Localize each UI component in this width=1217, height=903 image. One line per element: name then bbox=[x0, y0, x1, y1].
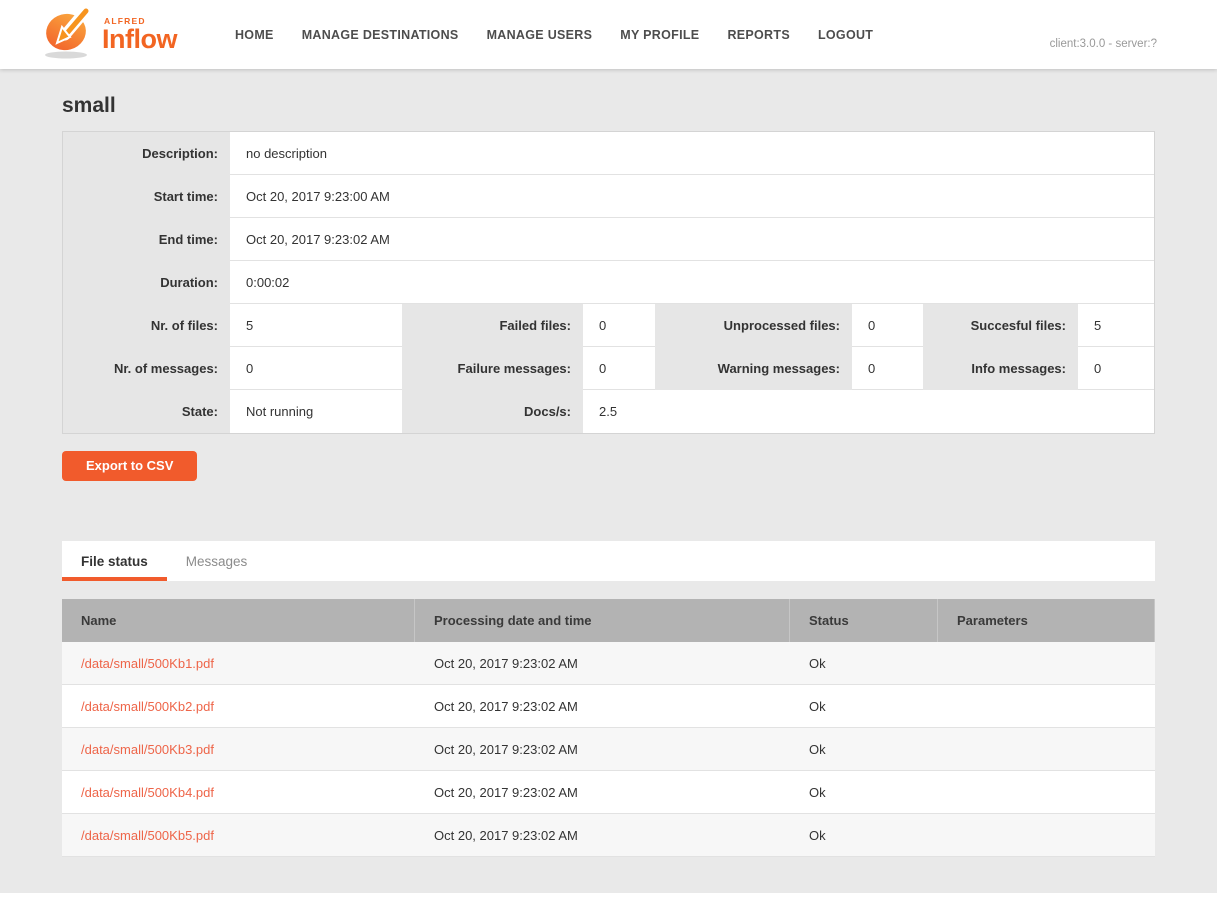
inflow-logo-icon bbox=[40, 4, 98, 65]
table-row-status-cell: Ok bbox=[790, 728, 938, 771]
column-header-parameters: Parameters bbox=[938, 599, 1155, 642]
nav-my-profile[interactable]: MY PROFILE bbox=[620, 28, 699, 42]
column-header-name: Name bbox=[62, 599, 415, 642]
main-content: small Description: no description Start … bbox=[62, 94, 1155, 857]
logo-wordmark: ALFRED Inflow bbox=[102, 16, 177, 53]
tab-file-status[interactable]: File status bbox=[62, 541, 167, 581]
detail-value-state: Not running bbox=[230, 390, 402, 433]
detail-value-nr-of-files: 5 bbox=[230, 304, 402, 347]
table-row-datetime-cell: Oct 20, 2017 9:23:02 AM bbox=[415, 685, 790, 728]
detail-label-succesful-files: Succesful files: bbox=[923, 304, 1078, 347]
detail-value-end-time: Oct 20, 2017 9:23:02 AM bbox=[230, 218, 1154, 261]
detail-label-duration: Duration: bbox=[63, 261, 230, 304]
table-row-parameters-cell bbox=[938, 685, 1155, 728]
detail-label-warning-messages: Warning messages: bbox=[655, 347, 852, 390]
export-to-csv-button[interactable]: Export to CSV bbox=[62, 451, 197, 481]
table-row-name-cell: /data/small/500Kb5.pdf bbox=[62, 814, 415, 857]
logo-inflow-text: Inflow bbox=[102, 26, 177, 53]
nav-home[interactable]: HOME bbox=[235, 28, 274, 42]
table-row-status-cell: Ok bbox=[790, 685, 938, 728]
tab-messages[interactable]: Messages bbox=[167, 541, 267, 581]
detail-value-warning-messages: 0 bbox=[852, 347, 923, 390]
file-link[interactable]: /data/small/500Kb2.pdf bbox=[81, 699, 214, 714]
main-navigation: HOME MANAGE DESTINATIONS MANAGE USERS MY… bbox=[235, 28, 873, 42]
detail-value-nr-of-messages: 0 bbox=[230, 347, 402, 390]
table-row-datetime-cell: Oct 20, 2017 9:23:02 AM bbox=[415, 728, 790, 771]
detail-label-state: State: bbox=[63, 390, 230, 433]
detail-label-unprocessed-files: Unprocessed files: bbox=[655, 304, 852, 347]
detail-value-unprocessed-files: 0 bbox=[852, 304, 923, 347]
table-row-status-cell: Ok bbox=[790, 771, 938, 814]
table-row-datetime-cell: Oct 20, 2017 9:23:02 AM bbox=[415, 771, 790, 814]
detail-label-nr-of-messages: Nr. of messages: bbox=[63, 347, 230, 390]
table-row-name-cell: /data/small/500Kb4.pdf bbox=[62, 771, 415, 814]
detail-value-failure-messages: 0 bbox=[583, 347, 655, 390]
detail-value-start-time: Oct 20, 2017 9:23:00 AM bbox=[230, 175, 1154, 218]
detail-value-docs-per-s: 2.5 bbox=[583, 390, 1154, 433]
detail-value-description: no description bbox=[230, 132, 1154, 175]
table-row-parameters-cell bbox=[938, 642, 1155, 685]
table-row-status-cell: Ok bbox=[790, 642, 938, 685]
file-status-table: Name Processing date and time Status Par… bbox=[62, 599, 1155, 857]
page-footer bbox=[0, 893, 1217, 903]
page-title: small bbox=[62, 94, 1155, 118]
table-row-status-cell: Ok bbox=[790, 814, 938, 857]
column-header-processing-date: Processing date and time bbox=[415, 599, 790, 642]
file-link[interactable]: /data/small/500Kb1.pdf bbox=[81, 656, 214, 671]
detail-label-docs-per-s: Docs/s: bbox=[402, 390, 583, 433]
detail-value-duration: 0:00:02 bbox=[230, 261, 1154, 304]
detail-label-failed-files: Failed files: bbox=[402, 304, 583, 347]
detail-value-info-messages: 0 bbox=[1078, 347, 1154, 390]
client-server-version: client:3.0.0 - server:? bbox=[1050, 38, 1157, 50]
top-header: ALFRED Inflow HOME MANAGE DESTINATIONS M… bbox=[0, 0, 1217, 69]
file-link[interactable]: /data/small/500Kb5.pdf bbox=[81, 828, 214, 843]
table-row-parameters-cell bbox=[938, 728, 1155, 771]
tab-strip: File status Messages bbox=[62, 541, 1155, 581]
detail-label-end-time: End time: bbox=[63, 218, 230, 261]
detail-label-info-messages: Info messages: bbox=[923, 347, 1078, 390]
nav-reports[interactable]: REPORTS bbox=[727, 28, 790, 42]
detail-label-description: Description: bbox=[63, 132, 230, 175]
file-link[interactable]: /data/small/500Kb3.pdf bbox=[81, 742, 214, 757]
nav-logout[interactable]: LOGOUT bbox=[818, 28, 873, 42]
table-row-name-cell: /data/small/500Kb1.pdf bbox=[62, 642, 415, 685]
detail-label-nr-of-files: Nr. of files: bbox=[63, 304, 230, 347]
table-row-parameters-cell bbox=[938, 814, 1155, 857]
nav-manage-destinations[interactable]: MANAGE DESTINATIONS bbox=[302, 28, 459, 42]
table-row-datetime-cell: Oct 20, 2017 9:23:02 AM bbox=[415, 642, 790, 685]
table-row-name-cell: /data/small/500Kb2.pdf bbox=[62, 685, 415, 728]
detail-label-failure-messages: Failure messages: bbox=[402, 347, 583, 390]
job-details-table: Description: no description Start time: … bbox=[62, 131, 1155, 434]
detail-value-failed-files: 0 bbox=[583, 304, 655, 347]
detail-value-succesful-files: 5 bbox=[1078, 304, 1154, 347]
column-header-status: Status bbox=[790, 599, 938, 642]
file-link[interactable]: /data/small/500Kb4.pdf bbox=[81, 785, 214, 800]
table-row-name-cell: /data/small/500Kb3.pdf bbox=[62, 728, 415, 771]
app-logo[interactable]: ALFRED Inflow bbox=[40, 4, 177, 65]
table-row-parameters-cell bbox=[938, 771, 1155, 814]
detail-label-start-time: Start time: bbox=[63, 175, 230, 218]
nav-manage-users[interactable]: MANAGE USERS bbox=[487, 28, 593, 42]
table-row-datetime-cell: Oct 20, 2017 9:23:02 AM bbox=[415, 814, 790, 857]
